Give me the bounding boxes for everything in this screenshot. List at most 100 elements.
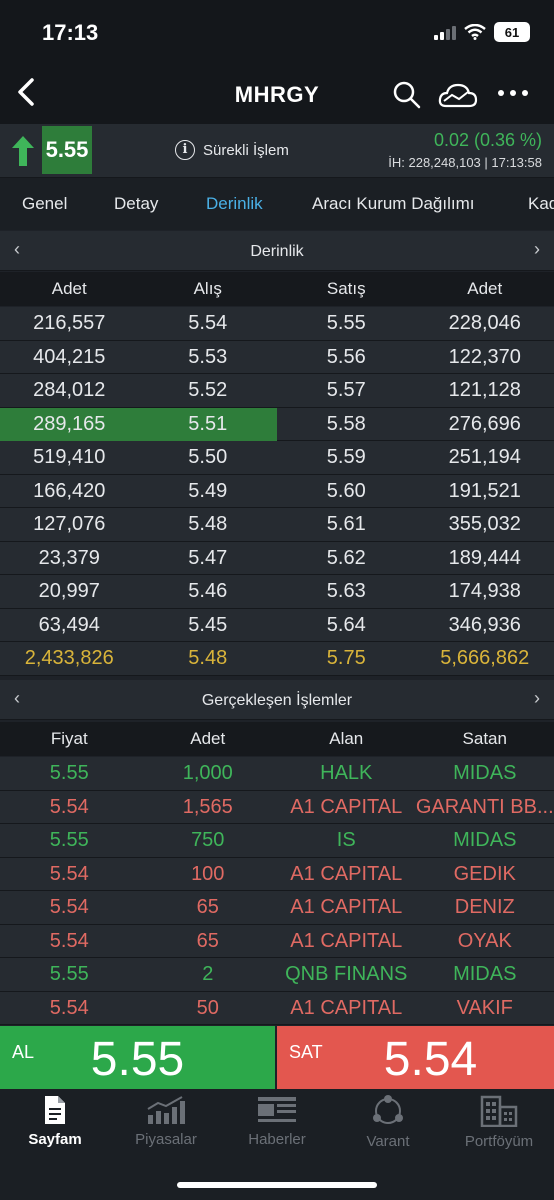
bid-price: 5.53 [188, 345, 228, 368]
trade-price: 5.54 [49, 996, 89, 1019]
col-buyer: Alan [329, 729, 364, 748]
trade-seller: MIDAS [453, 963, 517, 985]
home-indicator [177, 1182, 377, 1188]
bid-qty: 519,410 [33, 446, 106, 468]
ask-price: 5.61 [326, 513, 366, 535]
volume-info: İH: 228,248,103 | 17:13:58 [388, 155, 542, 170]
tab-araci-kurum[interactable]: Aracı Kurum Dağılımı [312, 194, 475, 214]
tabbar-varant[interactable]: Varant [333, 1095, 443, 1150]
bid-price: 5.48 [188, 513, 228, 535]
trade-row[interactable]: 5.54 65 A1 CAPITAL DENIZ [0, 891, 554, 925]
trade-buyer: A1 CAPITAL [290, 795, 403, 818]
tabbar-label: Sayfam [28, 1131, 82, 1148]
trade-row[interactable]: 5.55 1,000 HALK MIDAS [0, 757, 554, 791]
ask-price: 5.57 [326, 379, 366, 401]
trades-title: Gerçekleşen İşlemler [201, 692, 353, 709]
tab-detay[interactable]: Detay [114, 194, 158, 214]
tabbar-piyasalar[interactable]: Piyasalar [111, 1095, 221, 1148]
bar-chart-icon [147, 1096, 185, 1124]
bid-price: 5.54 [188, 312, 228, 334]
next-arrow-icon[interactable]: › [534, 688, 540, 709]
trade-row[interactable]: 5.54 1,565 A1 CAPITAL GARANTI BB... [0, 790, 554, 824]
trade-qty: 100 [191, 862, 225, 885]
trade-qty: 50 [196, 996, 219, 1019]
depth-row[interactable]: 63,494 5.45 5.64 346,936 [0, 608, 554, 642]
trade-buyer: A1 CAPITAL [290, 996, 403, 1019]
sell-button[interactable]: SAT 5.54 [277, 1026, 554, 1089]
price-bar: 5.55 i Sürekli İşlem 0.02 (0.36 %) İH: 2… [0, 124, 554, 178]
trade-row[interactable]: 5.54 50 A1 CAPITAL VAKIF [0, 991, 554, 1025]
bid-qty: 20,997 [38, 580, 100, 602]
tabbar-label: Haberler [248, 1131, 306, 1148]
tabbar-sayfam[interactable]: Sayfam [0, 1095, 110, 1148]
trade-price: 5.55 [49, 829, 89, 851]
price-change: 0.02 (0.36 %) [433, 130, 542, 150]
depth-row[interactable]: 20,997 5.46 5.63 174,938 [0, 575, 554, 609]
ask-qty: 346,936 [448, 613, 521, 636]
sell-price: 5.54 [383, 1033, 478, 1086]
ask-qty: 355,032 [448, 513, 521, 535]
col-bid: Alış [193, 279, 222, 298]
depth-row[interactable]: 404,215 5.53 5.56 122,370 [0, 340, 554, 374]
bid-price: 5.52 [188, 379, 228, 401]
tabbar-portfoyum[interactable]: Portföyüm [444, 1095, 554, 1150]
battery-icon: 61 [494, 22, 530, 42]
document-icon [45, 1096, 65, 1124]
info-icon: i [175, 140, 195, 160]
trade-row[interactable]: 5.54 65 A1 CAPITAL OYAK [0, 924, 554, 958]
col-qty: Adet [190, 729, 226, 748]
news-icon [258, 1097, 296, 1122]
trade-buyer: QNB FINANS [285, 963, 408, 985]
depth-header: ‹ Derinlik › [0, 231, 554, 271]
trade-qty: 750 [191, 829, 225, 851]
ask-price: 5.64 [326, 613, 366, 636]
depth-row[interactable]: 23,379 5.47 5.62 189,444 [0, 541, 554, 575]
depth-row[interactable]: 166,420 5.49 5.60 191,521 [0, 474, 554, 508]
ask-qty: 251,194 [448, 446, 521, 468]
search-icon[interactable] [392, 80, 422, 110]
trade-buyer: A1 CAPITAL [290, 862, 403, 885]
tabbar-haberler[interactable]: Haberler [222, 1095, 332, 1148]
trades-header: ‹ Gerçekleşen İşlemler › [0, 680, 554, 720]
more-dots-icon [498, 90, 528, 96]
depth-row[interactable]: 289,165 5.51 5.58 276,696 [0, 407, 554, 441]
trade-qty: 1,000 [182, 762, 233, 784]
trade-seller: VAKIF [456, 996, 513, 1019]
trade-row[interactable]: 5.55 750 IS MIDAS [0, 824, 554, 858]
next-arrow-icon[interactable]: › [534, 239, 540, 260]
ask-price: 5.56 [326, 345, 366, 368]
bid-price: 5.47 [188, 546, 228, 569]
more-button[interactable] [496, 78, 530, 108]
trade-seller: GARANTI BB... [415, 795, 554, 818]
trade-row[interactable]: 5.54 100 A1 CAPITAL GEDIK [0, 857, 554, 891]
ask-qty: 189,444 [448, 546, 521, 569]
wifi-icon [464, 24, 486, 40]
depth-row[interactable]: 284,012 5.52 5.57 121,128 [0, 374, 554, 408]
tab-genel[interactable]: Genel [22, 194, 67, 214]
depth-row[interactable]: 216,557 5.54 5.55 228,046 [0, 307, 554, 341]
cloud-chart-icon[interactable] [438, 80, 478, 110]
trade-seller: MIDAS [453, 829, 517, 851]
bid-qty: 23,379 [38, 546, 100, 569]
bid-price: 5.51 [188, 412, 228, 435]
ask-price: 5.62 [326, 546, 366, 569]
trade-price: 5.55 [49, 762, 89, 784]
col-ask-qty: Adet [467, 279, 503, 298]
detail-tabs: Genel Detay Derinlik Aracı Kurum Dağılım… [0, 178, 554, 230]
session-status[interactable]: i Sürekli İşlem [175, 140, 289, 160]
bid-price: 5.46 [188, 580, 228, 602]
trade-price: 5.54 [49, 862, 89, 885]
trade-row[interactable]: 5.55 2 QNB FINANS MIDAS [0, 958, 554, 992]
bid-qty: 284,012 [33, 379, 106, 401]
tab-kademe[interactable]: Kad [528, 194, 554, 214]
total-bid-qty: 2,433,826 [24, 647, 114, 669]
trades-table: 5.55 1,000 HALK MIDAS 5.54 1,565 A1 CAPITAL GAR… [0, 757, 554, 1025]
depth-row[interactable]: 127,076 5.48 5.61 355,032 [0, 508, 554, 542]
trade-seller: DENIZ [454, 896, 515, 918]
depth-row[interactable]: 519,410 5.50 5.59 251,194 [0, 441, 554, 475]
buy-button[interactable]: AL 5.55 [0, 1026, 275, 1089]
nav-bar: MHRGY [0, 70, 554, 124]
trade-qty: 65 [196, 896, 219, 918]
bid-price: 5.45 [188, 613, 228, 636]
tab-derinlik[interactable]: Derinlik [206, 194, 263, 214]
